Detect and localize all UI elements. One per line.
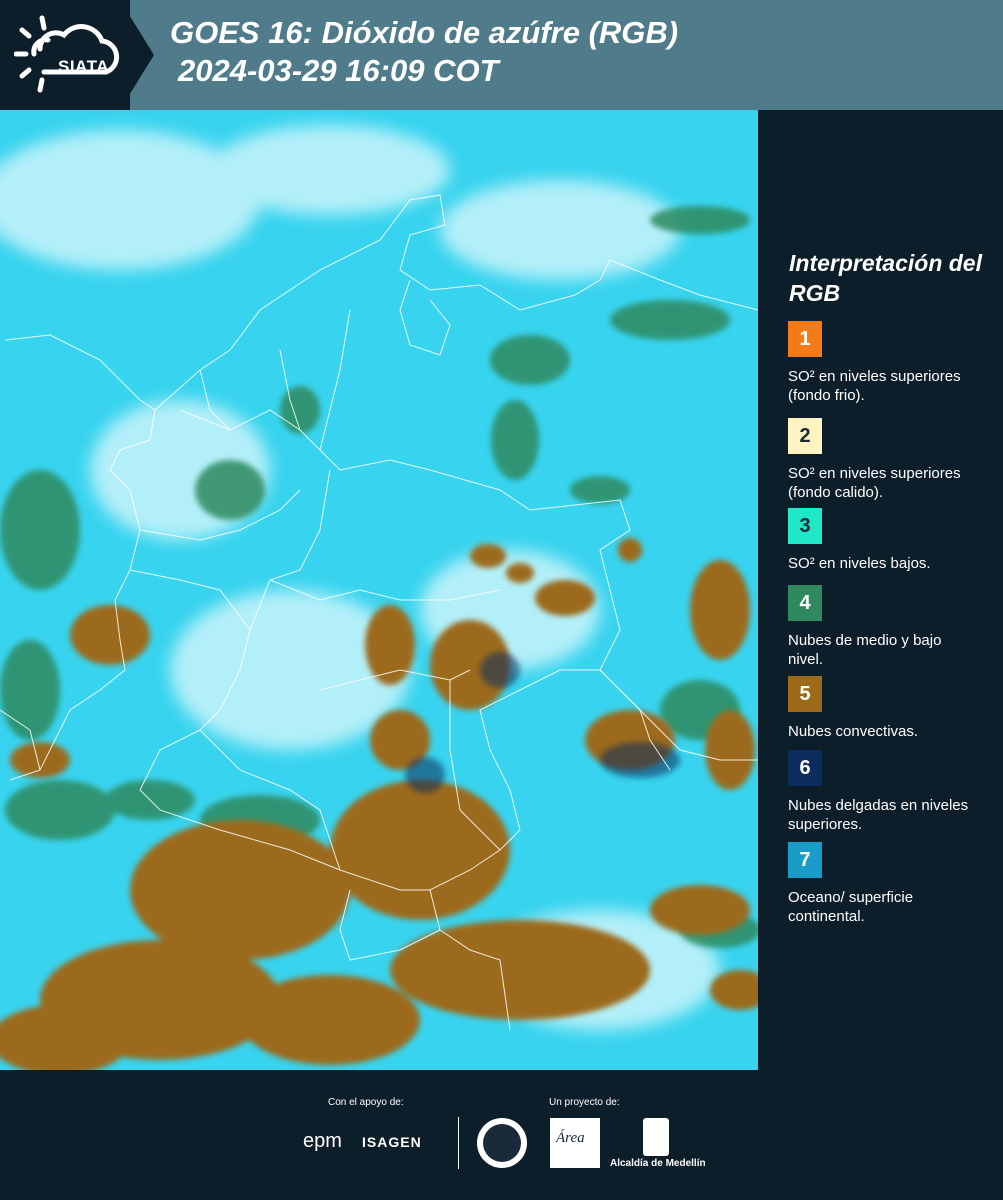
legend-item-3: 3 SO² en niveles bajos. — [788, 508, 978, 573]
legend-number-1: 1 — [799, 327, 811, 350]
legend-item-6: 6 Nubes delgadas en niveles superiores. — [788, 750, 978, 834]
legend-swatch-6: 6 — [788, 750, 822, 786]
legend-label-2: SO² en niveles superiores (fondo calido)… — [788, 465, 961, 501]
legend-label-1: SO² en niveles superiores (fondo frio). — [788, 368, 961, 404]
footer-divider — [458, 1117, 459, 1169]
isagen-logo: ISAGEN — [362, 1134, 422, 1150]
timestamp: 2024-03-29 16:09 COT — [178, 53, 499, 88]
legend-number-5: 5 — [799, 682, 811, 705]
epm-logo: epm — [303, 1130, 342, 1152]
legend-swatch-3: 3 — [788, 508, 822, 544]
legend-item-1: 1 SO² en niveles superiores (fondo frio)… — [788, 321, 978, 405]
alcaldia-label: Alcaldía de Medellín — [610, 1158, 706, 1169]
legend-swatch-5: 5 — [788, 676, 822, 712]
legend-number-6: 6 — [799, 756, 811, 779]
legend-label-3: SO² en niveles bajos. — [788, 555, 931, 572]
legend-number-7: 7 — [799, 848, 811, 871]
legend-swatch-2: 2 — [788, 418, 822, 454]
sun-cloud-icon — [13, 15, 120, 93]
rgb-composite-image — [0, 110, 758, 1070]
seal-inner — [483, 1124, 521, 1162]
legend-label-7: Oceano/ superficie continental. — [788, 889, 914, 925]
legend-swatch-1: 1 — [788, 321, 822, 357]
legend-swatch-7: 7 — [788, 842, 822, 878]
legend-label-4: Nubes de medio y bajo nivel. — [788, 632, 942, 668]
alcaldia-shield-logo — [643, 1118, 669, 1156]
legend-item-2: 2 SO² en niveles superiores (fondo calid… — [788, 418, 978, 502]
project-label: Un proyecto de: — [549, 1097, 620, 1108]
brand-name: SIATA — [58, 57, 109, 76]
legend-swatch-4: 4 — [788, 585, 822, 621]
legend-number-4: 4 — [799, 591, 811, 614]
legend-item-4: 4 Nubes de medio y bajo nivel. — [788, 585, 978, 669]
page-title: GOES 16: Dióxido de azúfre (RGB) — [170, 15, 679, 50]
legend-item-5: 5 Nubes convectivas. — [788, 676, 978, 741]
legend-number-3: 3 — [799, 514, 811, 537]
satellite-map[interactable] — [0, 110, 758, 1070]
legend-title: Interpretación del RGB — [789, 250, 982, 306]
medellin-seal-logo — [477, 1118, 527, 1168]
siata-logo: SIATA — [13, 14, 126, 96]
area-logo-text: Área — [556, 1130, 585, 1146]
legend-label-6: Nubes delgadas en niveles superiores. — [788, 797, 969, 833]
legend-label-5: Nubes convectivas. — [788, 723, 919, 740]
support-label: Con el apoyo de: — [328, 1097, 404, 1108]
legend-number-2: 2 — [799, 424, 811, 447]
legend-item-7: 7 Oceano/ superficie continental. — [788, 842, 978, 926]
